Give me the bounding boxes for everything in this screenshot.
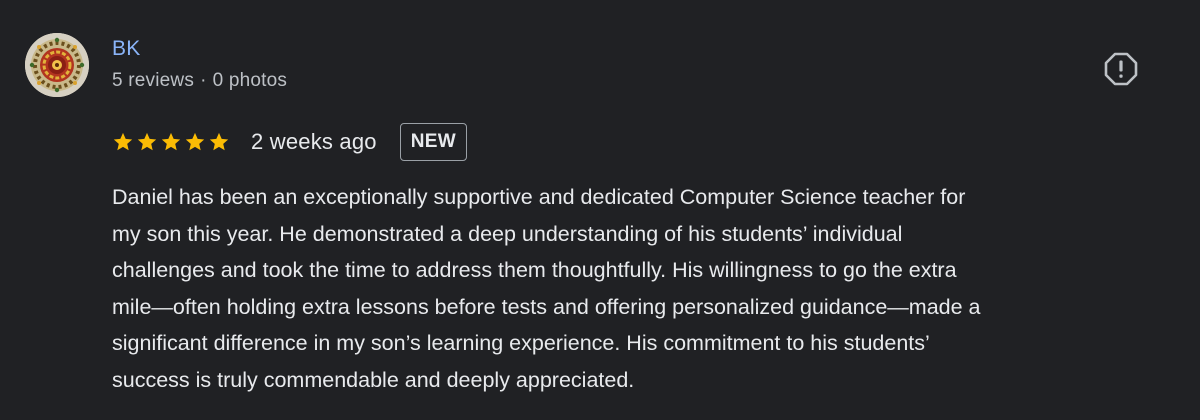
- author-stats: 5 reviews · 0 photos: [112, 70, 287, 92]
- report-flag-icon: [1104, 52, 1138, 86]
- review-text-line: significant difference in my son’s learn…: [112, 331, 930, 355]
- star-rating: [112, 130, 230, 154]
- reviews-count: 5 reviews: [112, 70, 195, 91]
- review-text-line: challenges and took the time to address …: [112, 258, 957, 282]
- photos-count: 0 photos: [212, 70, 288, 91]
- star-icon: [185, 132, 205, 151]
- meta-separator: ·: [200, 70, 207, 91]
- review-date: 2 weeks ago: [251, 129, 377, 154]
- new-badge: NEW: [399, 123, 467, 161]
- review-text-line: success is truly commendable and deeply …: [112, 367, 635, 392]
- review-text-line: my son this year. He demonstrated a deep…: [112, 221, 903, 246]
- avatar-image: [25, 33, 89, 97]
- star-icon: [137, 132, 157, 151]
- star-icon: [209, 132, 229, 151]
- review-text-line: mile—often holding extra lessons before …: [112, 294, 981, 319]
- rating-row: 2 weeks ago NEW: [112, 121, 467, 163]
- review-text-line: Daniel has been an exceptionally support…: [112, 185, 966, 209]
- star-icon: [161, 132, 181, 151]
- report-review-button[interactable]: [1103, 51, 1139, 87]
- review-text: Daniel has been an exceptionally support…: [112, 179, 1172, 398]
- author-name-link[interactable]: BK: [112, 37, 141, 61]
- star-icon: [113, 132, 133, 151]
- review-card: BK 5 reviews · 0 photos 2 weeks ago NEW Da…: [0, 0, 1200, 420]
- author-avatar[interactable]: [25, 33, 89, 97]
